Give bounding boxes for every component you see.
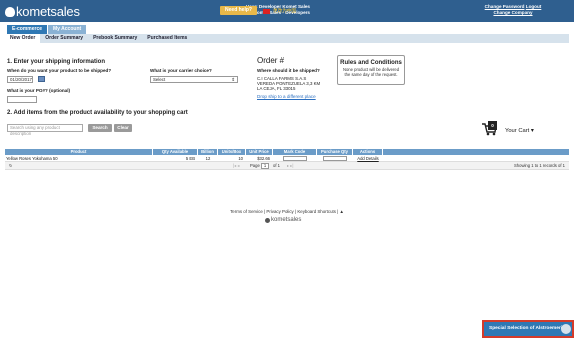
- purchase-qty-cell: [317, 155, 353, 161]
- mark-code-cell: [273, 155, 317, 161]
- first-prev-page-icon[interactable]: |◂ ◂: [233, 162, 239, 170]
- address-line: LA CEJA, FL 33015: [257, 86, 296, 91]
- ship-to-address: C.I CALLA FARMS S.A.S VEREDA PONTEZUELA …: [257, 76, 320, 91]
- product-table: Product Qty Available Billion Units/Box …: [5, 149, 569, 170]
- main-tabs: E-commerce My Account: [7, 25, 87, 34]
- komet-logo-icon: [5, 6, 15, 17]
- billion-cell: 12: [205, 156, 211, 161]
- table-pager: ↻ |◂ ◂ Page 1 of 1 ▸ ▸| Showing 1 to 1 r…: [5, 162, 569, 170]
- cart-count-badge: 0: [488, 121, 497, 130]
- china-flag-icon: [263, 8, 270, 14]
- tab-purchased-items[interactable]: Purchased Items: [142, 34, 192, 43]
- sub-nav: New Order Order Summary Prebook Summary …: [5, 34, 569, 43]
- po-input[interactable]: [7, 96, 37, 103]
- carrier-select[interactable]: Select ⇕: [150, 76, 238, 83]
- privacy-link[interactable]: Privacy Policy: [266, 209, 293, 214]
- need-help-button[interactable]: Need help?: [220, 6, 257, 15]
- keyboard-icon: ▲: [339, 209, 344, 214]
- your-cart-dropdown[interactable]: Your Cart ▾: [505, 128, 534, 134]
- page-of-label: of 1: [273, 163, 280, 168]
- terms-link[interactable]: Terms of Service: [230, 209, 263, 214]
- brand-name: kometsales: [16, 4, 80, 19]
- column-header-spacer: [383, 149, 569, 155]
- rules-title: Rules and Conditions: [340, 60, 402, 66]
- carrier-select-value: Select: [153, 77, 166, 82]
- ship-to-label: Where should it be shipped?: [257, 68, 320, 73]
- change-company-link[interactable]: Change Company: [493, 10, 532, 15]
- toggle-circle-icon: [561, 324, 571, 334]
- refresh-icon[interactable]: ↻: [9, 162, 13, 170]
- tab-order-summary[interactable]: Order Summary: [40, 34, 88, 43]
- special-selection-label: Special Selection of Alstroemeria: [489, 326, 565, 331]
- calendar-icon[interactable]: [38, 76, 45, 82]
- logout-link[interactable]: Logout: [526, 4, 542, 9]
- ship-date-input[interactable]: 01/20/2017: [7, 76, 33, 83]
- shipping-section-title: 1. Enter your shipping information: [7, 59, 106, 65]
- order-number-title: Order #: [257, 56, 285, 65]
- product-cell: Yellow Roses Yokohama 50: [6, 156, 58, 161]
- language-switch[interactable]: 更改为中国: [263, 8, 296, 14]
- product-search-input[interactable]: Search using any product description: [7, 124, 83, 136]
- mark-code-input[interactable]: [283, 156, 307, 161]
- tab-prebook-summary[interactable]: Prebook Summary: [88, 34, 142, 43]
- top-header: kometsales User: Developer Komet Sales C…: [0, 0, 574, 22]
- footer-links: Terms of Service | Privacy Policy | Keyb…: [0, 209, 574, 214]
- add-details-link[interactable]: Add Details: [353, 155, 383, 161]
- page-input[interactable]: 1: [261, 163, 269, 169]
- page-label: Page: [250, 163, 260, 168]
- tab-my-account[interactable]: My Account: [48, 25, 87, 34]
- search-button[interactable]: Search: [88, 124, 112, 132]
- special-selection-button[interactable]: Special Selection of Alstroemeria: [482, 320, 574, 338]
- footer-brand-name: kometsales: [271, 217, 302, 223]
- table-row: Yellow Roses Yokohama 50 5 EB 12 10 $32.…: [5, 155, 569, 162]
- next-last-page-icon[interactable]: ▸ ▸|: [287, 162, 293, 170]
- shortcuts-link[interactable]: Keyboard Shortcuts: [297, 209, 336, 214]
- po-label: What is your PO#? (optional): [7, 88, 71, 93]
- tab-ecommerce[interactable]: E-commerce: [7, 25, 48, 34]
- clear-button[interactable]: Clear: [114, 124, 132, 132]
- brand-logo[interactable]: kometsales: [5, 4, 80, 19]
- footer-logo: kometsales: [265, 217, 301, 223]
- records-count: Showing 1 to 1 records of 1: [514, 163, 565, 168]
- carrier-label: What is your carrier choice?: [150, 68, 212, 73]
- products-section-title: 2. Add items from the product availabili…: [7, 110, 188, 116]
- ship-date-label: When do you want your product to be ship…: [7, 68, 112, 73]
- units-box-cell: 10: [238, 156, 243, 161]
- komet-logo-icon: [265, 217, 270, 223]
- change-password-link[interactable]: Change Password: [485, 4, 525, 9]
- rules-box: Rules and Conditions None product will b…: [337, 55, 405, 85]
- purchase-qty-input[interactable]: [323, 156, 347, 161]
- tab-new-order[interactable]: New Order: [5, 34, 41, 43]
- rules-text: None product will be delivered the same …: [342, 67, 400, 77]
- select-arrow-icon: ⇕: [231, 77, 235, 82]
- drop-ship-link[interactable]: Drop ship to a different place: [257, 94, 316, 99]
- unit-price-cell: $32.66: [257, 156, 270, 161]
- language-label: 更改为中国: [273, 8, 296, 13]
- qty-available-cell: 5 EB: [185, 156, 195, 161]
- account-links: Change Password Logout Change Company: [468, 4, 558, 16]
